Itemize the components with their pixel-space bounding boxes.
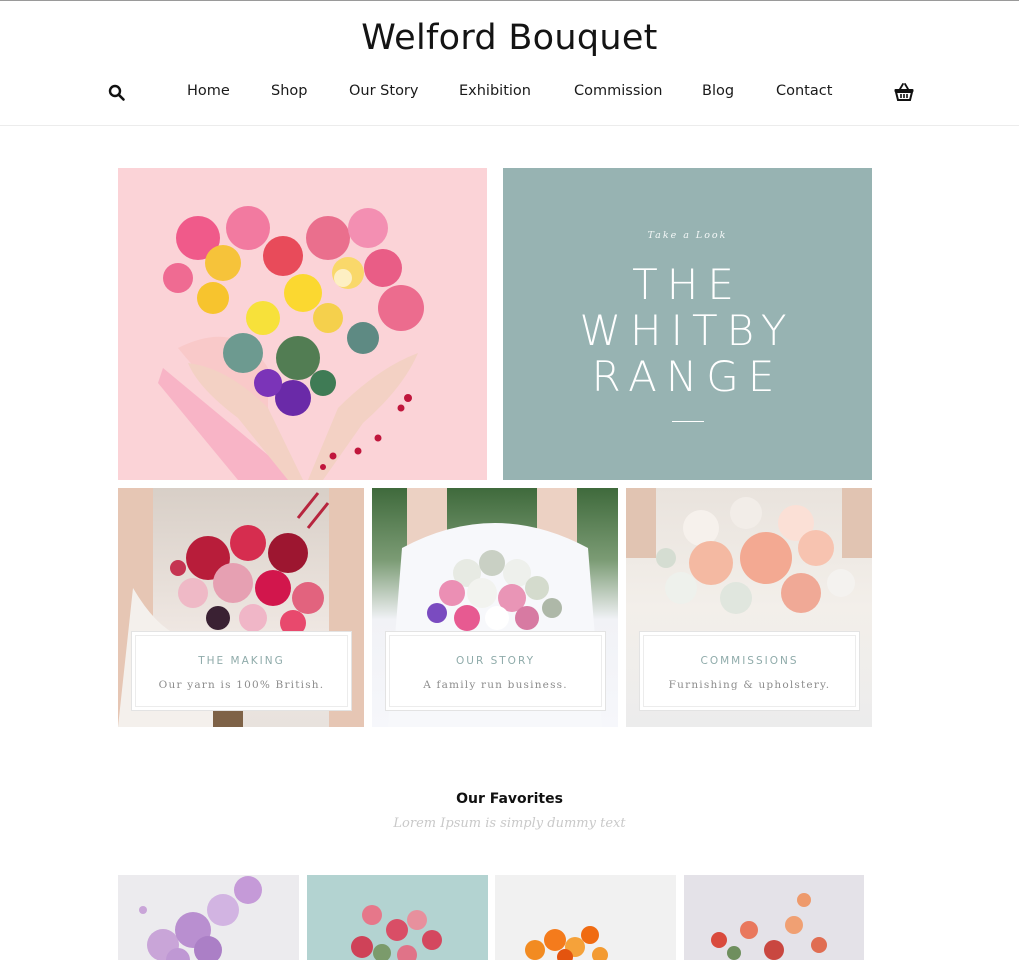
nav-item-commission[interactable]: Commission: [574, 83, 662, 99]
feature-heading-line-1: THE: [632, 260, 743, 309]
feature-kicker: Take a Look: [647, 230, 728, 241]
header-divider: [0, 125, 1019, 126]
site-title[interactable]: Welford Bouquet: [0, 18, 1019, 58]
card-the-making[interactable]: THE MAKING Our yarn is 100% British.: [118, 488, 364, 727]
top-border: [0, 0, 1019, 1]
feature-divider: [672, 421, 704, 422]
card-subtitle: A family run business.: [423, 679, 568, 691]
feature-heading-line-3: RANGE: [591, 352, 784, 401]
favorites-subtitle: Lorem Ipsum is simply dummy text: [393, 816, 626, 831]
favorites-heading: Our Favorites: [456, 791, 563, 807]
basket-icon[interactable]: [893, 82, 915, 102]
nav-item-home[interactable]: Home: [187, 83, 230, 99]
main-nav: Home Shop Our Story Exhibition Commissio…: [0, 80, 1019, 106]
card-title: THE MAKING: [198, 655, 285, 667]
nav-item-blog[interactable]: Blog: [702, 83, 734, 99]
heart-bouquet-image[interactable]: [118, 168, 487, 480]
nav-item-our-story[interactable]: Our Story: [349, 83, 418, 99]
nav-item-exhibition[interactable]: Exhibition: [459, 83, 531, 99]
nav-item-contact[interactable]: Contact: [776, 83, 832, 99]
product-thumbnail-snapdragons[interactable]: [684, 875, 864, 960]
whitby-range-feature[interactable]: Take a Look THE WHITBY RANGE: [503, 168, 872, 480]
card-subtitle: Our yarn is 100% British.: [158, 679, 325, 691]
card-subtitle: Furnishing & upholstery.: [668, 679, 831, 691]
feature-heading-line-2: WHITBY: [579, 306, 796, 355]
card-our-story[interactable]: OUR STORY A family run business.: [372, 488, 618, 727]
card-caption-box: COMMISSIONS Furnishing & upholstery.: [639, 631, 860, 711]
search-icon[interactable]: [108, 84, 126, 102]
product-thumbnail-lilac[interactable]: [118, 875, 299, 960]
card-caption-box: OUR STORY A family run business.: [385, 631, 606, 711]
card-commissions[interactable]: COMMISSIONS Furnishing & upholstery.: [626, 488, 872, 727]
product-thumbnail-roses[interactable]: [307, 875, 488, 960]
product-thumbnail-orange-flowers[interactable]: [495, 875, 676, 960]
nav-item-shop[interactable]: Shop: [271, 83, 307, 99]
card-title: OUR STORY: [456, 655, 535, 667]
card-caption-box: THE MAKING Our yarn is 100% British.: [131, 631, 352, 711]
card-title: COMMISSIONS: [700, 655, 799, 667]
